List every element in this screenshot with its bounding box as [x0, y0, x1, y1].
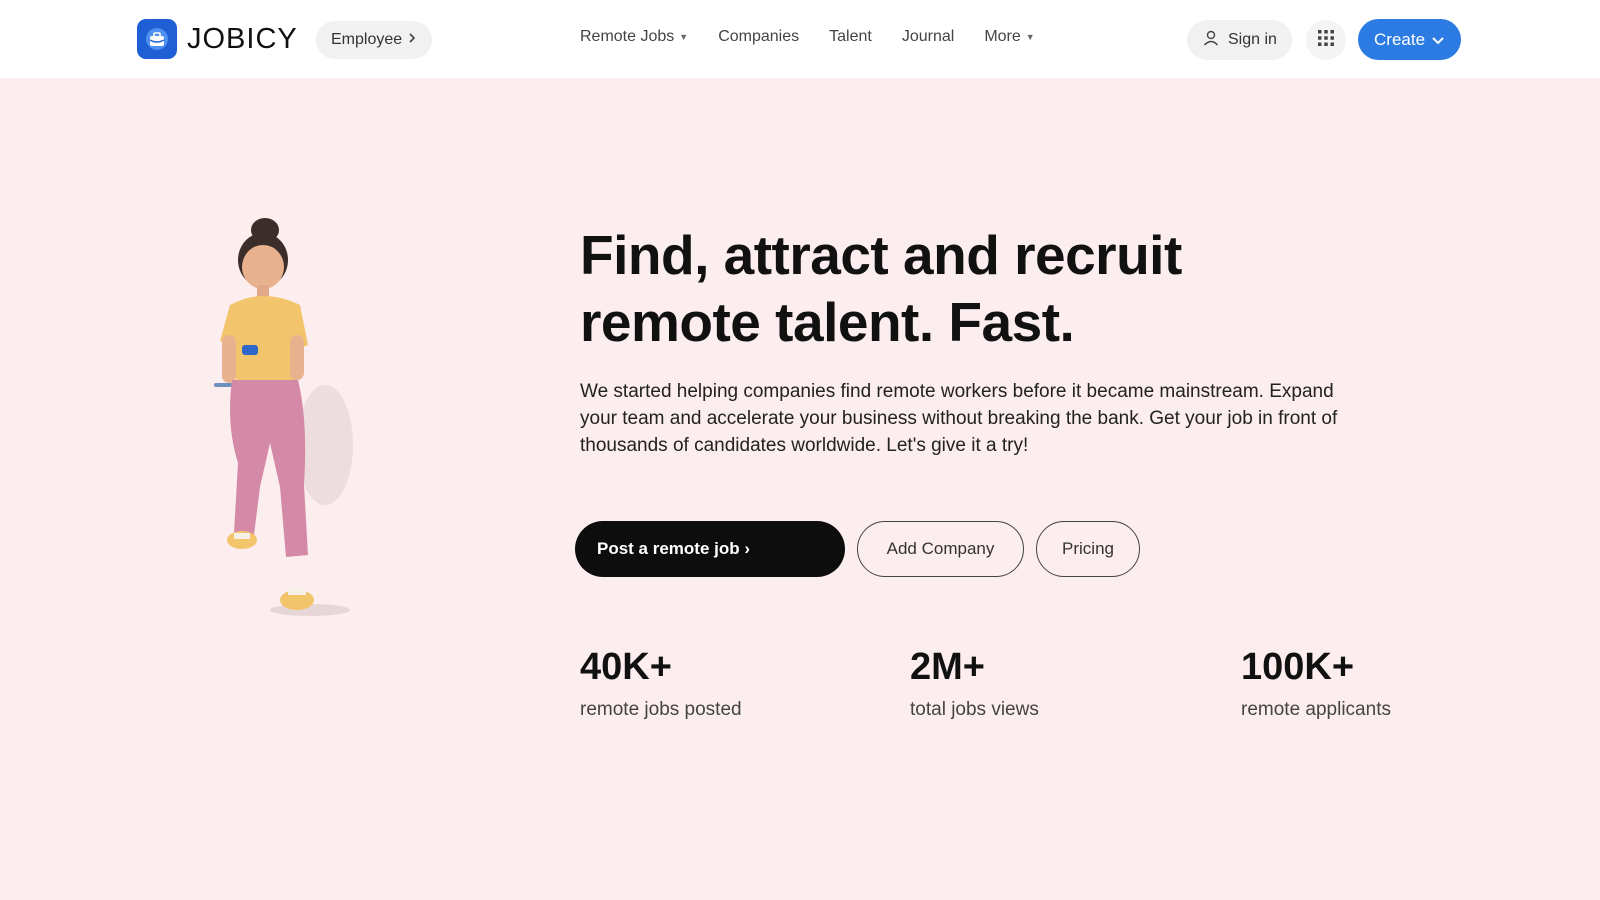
pricing-button[interactable]: Pricing [1036, 521, 1140, 577]
briefcase-logo-icon [137, 19, 177, 59]
create-button[interactable]: Create [1358, 19, 1462, 60]
employee-label: Employee [331, 31, 403, 48]
post-remote-job-button[interactable]: Post a remote job › [575, 521, 845, 577]
hero-title-line1: Find, attract and recruit [580, 224, 1182, 286]
nav-journal[interactable]: Journal [902, 28, 954, 46]
create-label: Create [1374, 29, 1426, 49]
top-navigation-bar: JOBICY Employee Remote Jobs ▼ Companies … [0, 0, 1600, 78]
chevron-right-icon [407, 31, 417, 49]
hero-description: We started helping companies find remote… [580, 381, 1338, 456]
nav-remote-jobs[interactable]: Remote Jobs ▼ [580, 28, 688, 46]
brand-name: JOBICY [187, 22, 298, 55]
nav-companies[interactable]: Companies [718, 28, 799, 46]
nav-label: Talent [829, 28, 872, 45]
hero-title: Find, attract and recruit remote talent.… [580, 222, 1280, 356]
brand-logo[interactable]: JOBICY [137, 19, 298, 59]
stat-label: remote applicants [1241, 699, 1391, 720]
stat-job-views: 2M+ total jobs views [910, 645, 1039, 721]
nav-label: Journal [901, 28, 955, 45]
hero-title-line2: remote talent. Fast. [580, 291, 1075, 353]
stat-value: 2M+ [910, 646, 985, 688]
stat-value: 40K+ [580, 646, 672, 688]
apps-grid-button[interactable] [1306, 20, 1346, 60]
add-company-button[interactable]: Add Company [857, 521, 1024, 577]
employee-switch-button[interactable]: Employee [316, 21, 433, 59]
stat-jobs-posted: 40K+ remote jobs posted [580, 645, 742, 721]
nav-label: Companies [718, 28, 800, 45]
stat-label: total jobs views [910, 699, 1039, 720]
hero-illustration [200, 195, 380, 640]
stat-applicants: 100K+ remote applicants [1241, 645, 1391, 721]
caret-down-icon: ▼ [679, 32, 689, 42]
nav-label: Remote Jobs [580, 28, 675, 45]
user-icon [1202, 29, 1220, 52]
nav-label: More [984, 28, 1021, 45]
chevron-down-icon [1431, 30, 1445, 50]
caret-down-icon: ▼ [1025, 32, 1035, 42]
stat-label: remote jobs posted [580, 699, 742, 720]
nav-more[interactable]: More ▼ [984, 28, 1034, 46]
stat-value: 100K+ [1241, 646, 1355, 688]
grid-icon [1317, 29, 1335, 52]
sign-in-label: Sign in [1228, 31, 1277, 48]
nav-talent[interactable]: Talent [829, 28, 872, 46]
sign-in-button[interactable]: Sign in [1187, 20, 1292, 60]
main-nav: Remote Jobs ▼ Companies Talent Journal M… [580, 28, 1035, 46]
